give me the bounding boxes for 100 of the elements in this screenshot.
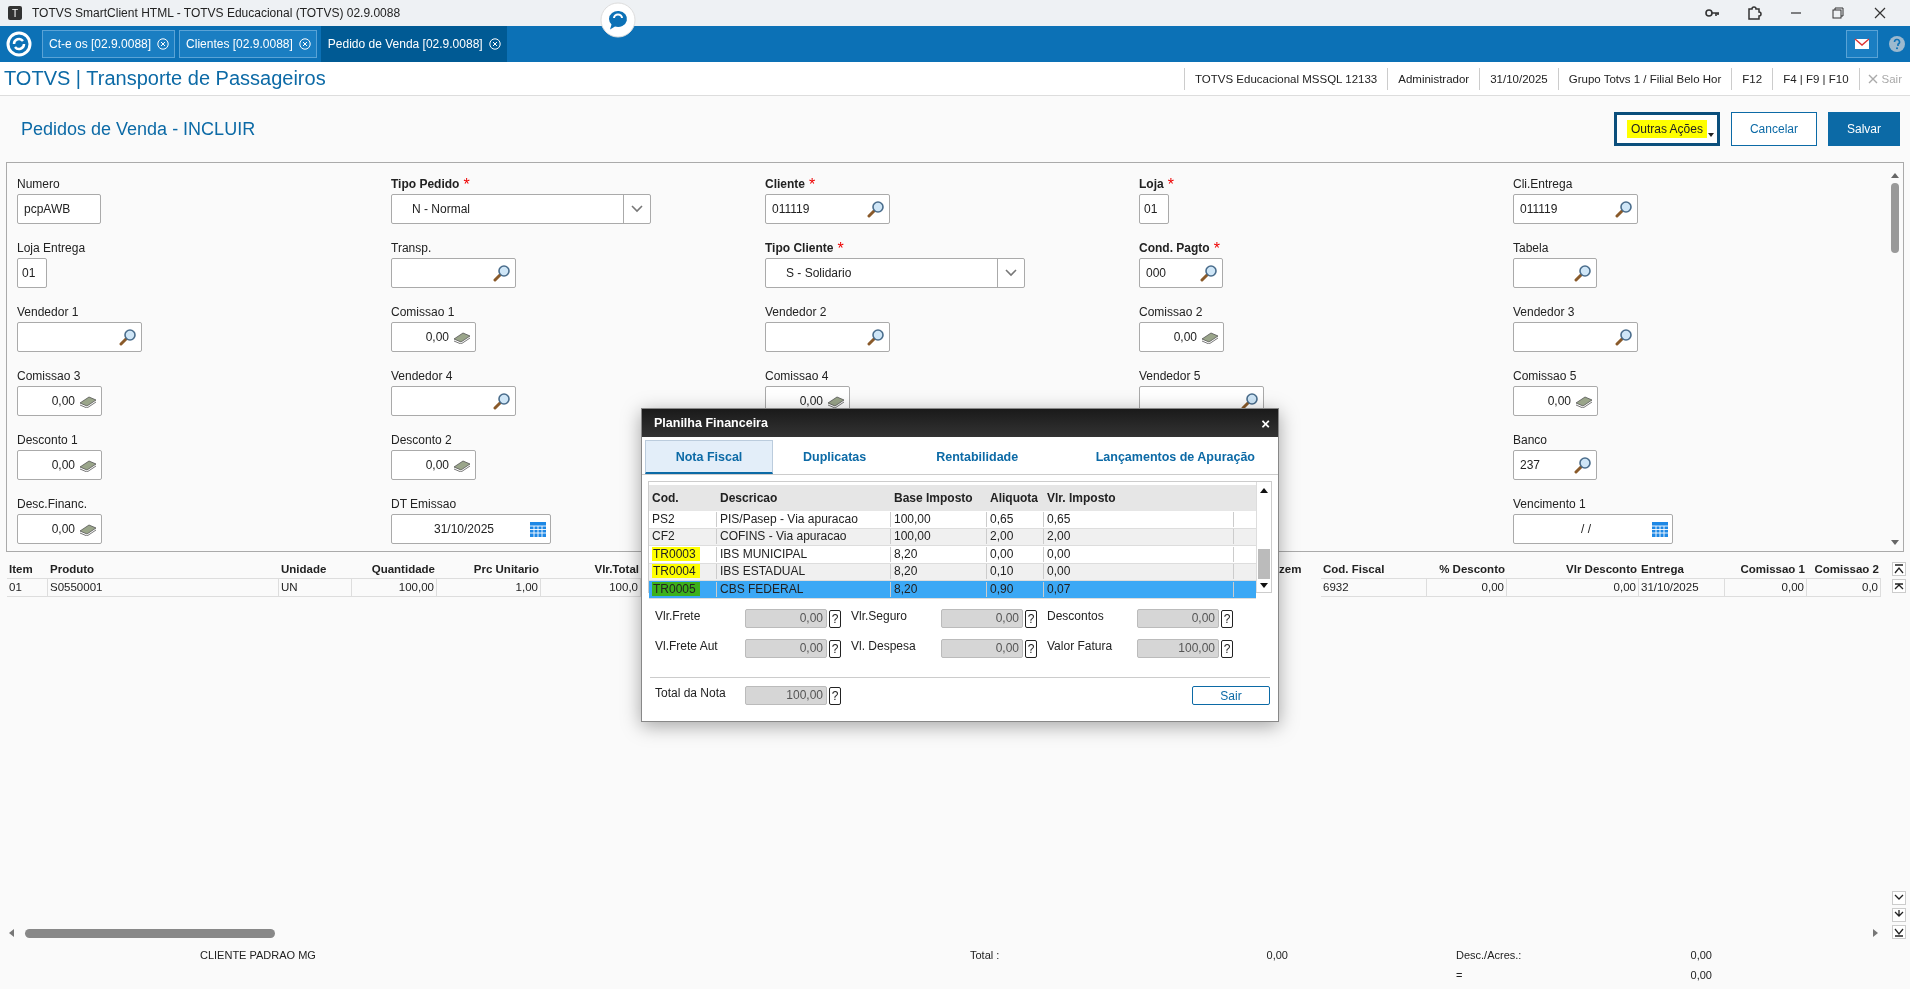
scrollbar[interactable] [1256, 482, 1271, 592]
search-icon[interactable] [1241, 392, 1259, 410]
column-header[interactable]: zem [1277, 561, 1321, 578]
arrow-up-icon[interactable] [1259, 486, 1269, 494]
exit-button[interactable]: Sair [1192, 686, 1270, 705]
text-field[interactable]: 01 [17, 258, 47, 288]
table-row[interactable]: PS2 PIS/Pasep - Via apuracao 100,00 0,65 0,65 [649, 511, 1256, 529]
money-field[interactable]: 0,00 [17, 514, 102, 544]
tab[interactable]: Nota Fiscal [645, 440, 773, 474]
select-field[interactable]: S - Solidario [765, 258, 1025, 288]
column-header[interactable]: Base Imposto [891, 491, 987, 505]
lookup-field[interactable] [765, 322, 890, 352]
help-button[interactable]: ? [1221, 609, 1233, 628]
tab[interactable]: Clientes [02.9.0088] [179, 30, 317, 58]
help-button[interactable]: ? [829, 609, 841, 628]
tab[interactable]: Pedido de Venda [02.9.0088] [320, 25, 507, 63]
help-button[interactable]: ? [1025, 609, 1037, 628]
help-button[interactable]: ? [829, 639, 841, 658]
scroll-down-icon[interactable] [1892, 908, 1906, 922]
column-header[interactable]: Aliquota [987, 491, 1044, 505]
money-icon[interactable] [453, 458, 471, 472]
money-icon[interactable] [827, 394, 845, 408]
help-icon[interactable] [1888, 35, 1906, 53]
action-button[interactable]: Salvar [1828, 112, 1900, 146]
help-button[interactable]: ? [1025, 639, 1037, 658]
money-icon[interactable] [79, 394, 97, 408]
column-header[interactable]: Item [7, 561, 48, 578]
extension-icon[interactable] [1746, 5, 1762, 21]
home-logo-icon[interactable] [6, 31, 32, 57]
date-field[interactable]: / / [1513, 514, 1673, 544]
lookup-field[interactable] [1513, 258, 1597, 288]
arrow-right-icon[interactable] [1872, 928, 1880, 938]
tab[interactable]: Ct-e os [02.9.0088] [42, 30, 176, 58]
money-icon[interactable] [79, 522, 97, 536]
column-header[interactable]: Vlr Desconto [1507, 561, 1639, 578]
table-cell: 0,0 [1807, 578, 1881, 597]
text-field[interactable]: pcpAWB [17, 194, 101, 224]
money-icon[interactable] [1575, 394, 1593, 408]
scroll-bottom-icon[interactable] [1892, 925, 1906, 939]
action-button[interactable]: Outras Ações [1613, 112, 1720, 146]
lookup-field[interactable] [17, 322, 142, 352]
money-field[interactable]: 0,00 [1139, 322, 1224, 352]
money-field[interactable]: 0,00 [391, 322, 476, 352]
lookup-field[interactable] [391, 258, 516, 288]
table-row[interactable]: TR0005 CBS FEDERAL 8,20 0,90 0,07 [649, 581, 1256, 599]
field-label: Desconto 1 [17, 433, 78, 447]
money-field[interactable]: 0,00 [17, 386, 102, 416]
tab[interactable]: Lançamentos de Apuração [1075, 440, 1275, 474]
money-icon[interactable] [79, 458, 97, 472]
column-header[interactable]: Entrega [1639, 561, 1725, 578]
lookup-field[interactable]: 237 [1513, 450, 1597, 480]
tab[interactable]: Duplicatas [773, 440, 897, 474]
lookup-field[interactable]: 011119 [1513, 194, 1638, 224]
text-field[interactable]: 01 [1139, 194, 1169, 224]
field-label: Vlr.Frete [655, 609, 702, 623]
column-header[interactable]: Vlr.Total [541, 561, 641, 578]
help-button[interactable]: ? [1221, 639, 1233, 658]
column-header[interactable]: Produto [48, 561, 279, 578]
lookup-field[interactable] [1513, 322, 1638, 352]
scroll-thumb[interactable] [1891, 183, 1899, 253]
mail-button[interactable] [1846, 30, 1878, 58]
money-field[interactable]: 0,00 [391, 450, 476, 480]
arrow-left-icon[interactable] [7, 928, 15, 938]
money-icon[interactable] [453, 330, 471, 344]
scroll-thumb[interactable] [1258, 549, 1270, 579]
column-header[interactable]: Vlr. Imposto [1044, 491, 1234, 505]
column-header[interactable]: Prc Unitario [437, 561, 541, 578]
column-header[interactable]: Comissao 2 [1807, 561, 1881, 578]
scrollbar[interactable] [1889, 171, 1901, 547]
close-icon[interactable] [1872, 5, 1888, 21]
column-header[interactable]: Cod. [649, 491, 717, 505]
column-header[interactable]: Comissao 1 [1725, 561, 1807, 578]
help-button[interactable]: ? [829, 686, 841, 705]
select-field[interactable]: N - Normal [391, 194, 651, 224]
mail-icon [1854, 38, 1870, 50]
close-icon[interactable] [488, 38, 501, 50]
money-icon[interactable] [1201, 330, 1219, 344]
close-button[interactable]: × [1261, 414, 1270, 432]
tab[interactable]: Rentabilidade [896, 440, 1059, 474]
column-header[interactable]: Descricao [717, 491, 891, 505]
money-field[interactable]: 0,00 [1513, 386, 1598, 416]
column-header[interactable]: Cod. Fiscal [1321, 561, 1427, 578]
scroll-thumb[interactable] [25, 928, 275, 938]
column-header[interactable]: Quantidade [352, 561, 437, 578]
column-header[interactable]: % Desconto [1427, 561, 1507, 578]
calendar-icon[interactable] [530, 521, 546, 537]
action-button[interactable]: Cancelar [1730, 112, 1817, 146]
arrow-down-icon[interactable] [1259, 582, 1269, 590]
table-row[interactable]: TR0003 IBS MUNICIPAL 8,20 0,00 0,00 [649, 546, 1256, 564]
lookup-field[interactable]: 000 [1139, 258, 1223, 288]
lookup-field[interactable] [391, 386, 516, 416]
scroll-top-icon[interactable] [1892, 562, 1906, 576]
column-header[interactable]: Unidade [279, 561, 352, 578]
scroll-up-icon[interactable] [1892, 579, 1906, 593]
date-field[interactable]: 31/10/2025 [391, 514, 551, 544]
calendar-icon[interactable] [1652, 521, 1668, 537]
money-field[interactable]: 0,00 [17, 450, 102, 480]
scroll-down-icon[interactable] [1892, 891, 1906, 905]
lookup-field[interactable]: 011119 [765, 194, 890, 224]
restore-icon[interactable] [1830, 5, 1846, 21]
